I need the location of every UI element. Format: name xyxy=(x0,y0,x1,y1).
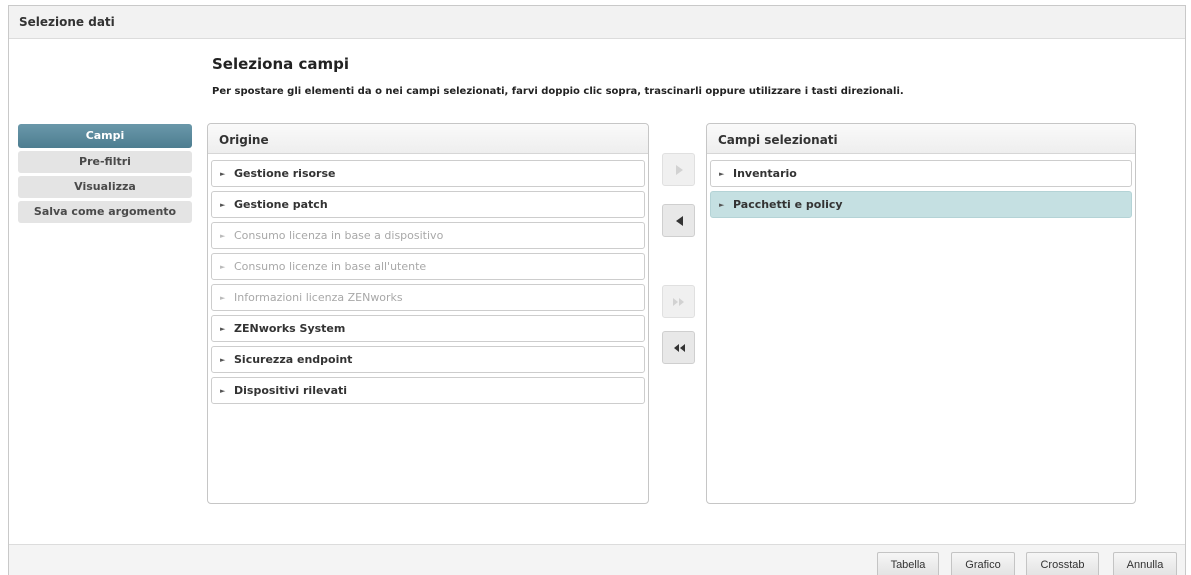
window-title: Selezione dati xyxy=(19,15,115,29)
dialog-footer: Tabella Grafico Crosstab Annulla xyxy=(9,544,1185,575)
list-item[interactable]: ► Pacchetti e policy xyxy=(710,191,1132,218)
list-item-label: Consumo licenze in base all'utente xyxy=(234,260,427,273)
arrow-left-icon xyxy=(675,215,683,226)
list-item-label: Consumo licenza in base a dispositivo xyxy=(234,229,444,242)
expand-triangle-icon[interactable]: ► xyxy=(220,170,234,178)
expand-triangle-icon: ► xyxy=(220,231,226,240)
list-item-label: Informazioni licenza ZENworks xyxy=(234,291,403,304)
expand-triangle-icon[interactable]: ► xyxy=(220,325,234,333)
double-arrow-right-icon xyxy=(672,297,684,306)
list-item-label: ZENworks System xyxy=(234,322,346,335)
nav-item-salva-come-argomento[interactable]: Salva come argomento xyxy=(18,201,192,223)
selected-list: ► Inventario ► Pacchetti e policy xyxy=(707,154,1135,218)
list-item[interactable]: ► Gestione patch xyxy=(211,191,645,218)
list-item: ► Informazioni licenza ZENworks xyxy=(211,284,645,311)
selected-panel-title: Campi selezionati xyxy=(707,124,1135,154)
list-item: ► Consumo licenza in base a dispositivo xyxy=(211,222,645,249)
source-panel-title: Origine xyxy=(208,124,648,154)
expand-triangle-icon: ► xyxy=(220,293,226,302)
data-selection-window: Selezione dati Seleziona campi Per spost… xyxy=(8,5,1186,575)
list-item-label: Dispositivi rilevati xyxy=(234,384,348,397)
expand-triangle-icon[interactable]: ► xyxy=(220,201,234,209)
list-item-label: Pacchetti e policy xyxy=(733,198,843,211)
arrow-right-icon xyxy=(675,164,683,175)
list-item[interactable]: ► Dispositivi rilevati xyxy=(211,377,645,404)
nav-item-campi[interactable]: Campi xyxy=(18,124,192,148)
chart-button[interactable]: Grafico xyxy=(951,552,1015,575)
step-navigation: Campi Pre-filtri Visualizza Salva come a… xyxy=(18,124,192,226)
list-item-label: Gestione patch xyxy=(234,198,328,211)
expand-triangle-icon[interactable]: ► xyxy=(719,201,733,209)
cancel-button[interactable]: Annulla xyxy=(1113,552,1177,575)
list-item-label: Gestione risorse xyxy=(234,167,336,180)
title-bar: Selezione dati xyxy=(9,6,1185,39)
instructions-text: Per spostare gli elementi da o nei campi… xyxy=(212,86,904,97)
list-item-label: Sicurezza endpoint xyxy=(234,353,353,366)
list-item[interactable]: ► ZENworks System xyxy=(211,315,645,342)
selected-panel: Campi selezionati ► Inventario ► Pacchet… xyxy=(706,123,1136,504)
source-panel: Origine ► Gestione risorse ► Gestione pa… xyxy=(207,123,649,504)
nav-item-pre-filtri[interactable]: Pre-filtri xyxy=(18,151,192,173)
remove-field-button[interactable] xyxy=(662,204,695,237)
source-list: ► Gestione risorse ► Gestione patch ► Co… xyxy=(208,154,648,404)
expand-triangle-icon: ► xyxy=(220,262,226,271)
expand-triangle-icon[interactable]: ► xyxy=(220,387,234,395)
add-all-fields-button[interactable] xyxy=(662,285,695,318)
remove-all-fields-button[interactable] xyxy=(662,331,695,364)
page-title: Seleziona campi xyxy=(212,55,350,73)
nav-item-visualizza[interactable]: Visualizza xyxy=(18,176,192,198)
list-item[interactable]: ► Gestione risorse xyxy=(211,160,645,187)
expand-triangle-icon[interactable]: ► xyxy=(719,170,733,178)
crosstab-button[interactable]: Crosstab xyxy=(1026,552,1099,575)
add-field-button[interactable] xyxy=(662,153,695,186)
table-button[interactable]: Tabella xyxy=(877,552,939,575)
list-item[interactable]: ► Sicurezza endpoint xyxy=(211,346,645,373)
expand-triangle-icon[interactable]: ► xyxy=(220,356,234,364)
double-arrow-left-icon xyxy=(673,343,685,352)
list-item-label: Inventario xyxy=(733,167,797,180)
list-item: ► Consumo licenze in base all'utente xyxy=(211,253,645,280)
list-item[interactable]: ► Inventario xyxy=(710,160,1132,187)
